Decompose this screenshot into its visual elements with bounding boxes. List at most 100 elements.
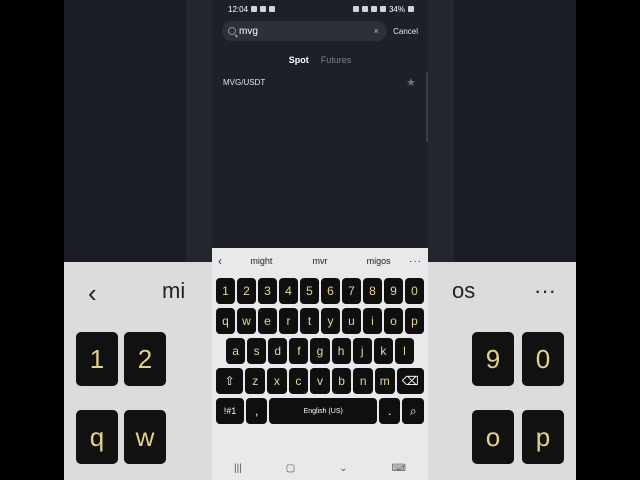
background-text-right: os	[452, 278, 476, 303]
keyboard-icon[interactable]: ⌨	[392, 463, 406, 474]
backspace-icon: ⌫	[401, 374, 419, 388]
clear-icon[interactable]: ×	[371, 26, 381, 36]
key[interactable]: t	[300, 308, 319, 334]
notification-icon	[260, 6, 267, 12]
key[interactable]: m	[374, 368, 395, 394]
key[interactable]: e	[258, 308, 277, 334]
suggestion[interactable]: might	[232, 256, 291, 266]
shift-key[interactable]: ⇧	[216, 368, 244, 394]
background-left-margin	[0, 0, 64, 480]
background-back-icon: ‹	[88, 278, 97, 308]
comma-key[interactable]: ,	[245, 398, 268, 424]
background-key: w	[124, 410, 166, 464]
battery-percent: 34%	[388, 4, 405, 14]
mute-icon	[361, 6, 368, 12]
key[interactable]: k	[373, 338, 393, 364]
key[interactable]: 5	[300, 278, 319, 304]
period-key[interactable]: .	[378, 398, 401, 424]
key[interactable]: v	[310, 368, 330, 394]
hide-keyboard-icon[interactable]: ⌄	[339, 463, 347, 474]
background-key: p	[522, 410, 564, 464]
search-row: × Cancel	[212, 18, 428, 41]
key[interactable]: x	[267, 368, 287, 394]
shift-icon: ⇧	[224, 374, 235, 388]
alarm-icon	[352, 6, 359, 12]
search-box[interactable]: ×	[222, 21, 388, 41]
key[interactable]: f	[289, 338, 309, 364]
key[interactable]: o	[384, 308, 403, 334]
key[interactable]: c	[288, 368, 309, 394]
search-input[interactable]	[239, 23, 372, 39]
status-time: 12:04	[228, 4, 249, 14]
key[interactable]: g	[310, 338, 330, 364]
key[interactable]: 7	[342, 278, 361, 304]
key[interactable]: z	[245, 368, 266, 394]
background-key: 9	[472, 332, 514, 386]
star-icon[interactable]: ★	[406, 76, 416, 89]
cancel-button[interactable]: Cancel	[393, 27, 418, 36]
wifi-icon	[370, 6, 377, 12]
chevron-left-icon[interactable]: ‹	[218, 254, 232, 268]
tab-futures[interactable]: Futures	[321, 55, 352, 65]
pair-label: MVG/USDT	[223, 78, 266, 87]
letter-row-3: ⇧ z x c v b n m ⌫	[212, 368, 428, 394]
key[interactable]: w	[237, 308, 256, 334]
key[interactable]: q	[216, 308, 235, 334]
suggestion[interactable]: mvr	[291, 256, 350, 266]
key[interactable]: 6	[321, 278, 340, 304]
key[interactable]: 2	[237, 278, 256, 304]
letter-row-2: a s d f g h j k l	[212, 338, 428, 364]
status-bar: 12:04 34%	[212, 0, 428, 18]
key[interactable]: d	[268, 338, 288, 364]
notification-icon	[269, 6, 276, 12]
letter-row-1: q w e r t y u i o p	[212, 308, 428, 334]
background-key: 2	[124, 332, 166, 386]
key[interactable]: i	[363, 308, 382, 334]
search-icon: ⌕	[409, 403, 417, 418]
space-key[interactable]: English (US)	[269, 398, 377, 424]
key[interactable]: n	[353, 368, 373, 394]
key[interactable]: 9	[384, 278, 403, 304]
battery-icon	[408, 6, 414, 12]
key[interactable]: 4	[279, 278, 298, 304]
background-text-left: mi	[162, 278, 186, 303]
key[interactable]: 1	[216, 278, 235, 304]
key[interactable]: 0	[405, 278, 424, 304]
key[interactable]: s	[247, 338, 267, 364]
search-key[interactable]: ⌕	[402, 398, 424, 424]
background-key: 1	[76, 332, 118, 386]
suggestion-bar: ‹ might mvr migos ···	[212, 248, 428, 274]
recent-apps-icon[interactable]: |||	[234, 463, 242, 474]
key[interactable]: j	[352, 338, 372, 364]
list-item[interactable]: MVG/USDT ★	[212, 76, 428, 89]
background-key: q	[76, 410, 118, 464]
background-key: o	[472, 410, 514, 464]
suggestion[interactable]: migos	[349, 256, 408, 266]
key[interactable]: h	[331, 338, 351, 364]
backspace-key[interactable]: ⌫	[396, 368, 424, 394]
background-key: 0	[522, 332, 564, 386]
key[interactable]: y	[321, 308, 340, 334]
key[interactable]: l	[394, 338, 414, 364]
scrollbar[interactable]	[426, 72, 428, 142]
keyboard: ‹ might mvr migos ··· 1 2 3 4 5 6 7 8 9 …	[212, 248, 428, 480]
notification-icon	[251, 6, 258, 12]
more-icon[interactable]: ···	[408, 256, 422, 267]
key[interactable]: 8	[363, 278, 382, 304]
navigation-bar: ||| ▢ ⌄ ⌨	[212, 456, 428, 480]
bottom-row: !#1 , English (US) . ⌕	[212, 398, 428, 424]
key[interactable]: u	[342, 308, 361, 334]
key[interactable]: p	[405, 308, 424, 334]
key[interactable]: a	[226, 338, 246, 364]
key[interactable]: 3	[258, 278, 277, 304]
tab-spot[interactable]: Spot	[289, 55, 309, 65]
phone-screen: 12:04 34% × Cancel Spot	[212, 0, 428, 480]
search-icon	[228, 27, 236, 35]
symbols-key[interactable]: !#1	[216, 398, 244, 424]
market-tabs: Spot Futures	[212, 55, 428, 65]
key[interactable]: r	[279, 308, 298, 334]
screen: ‹ mi os ··· 1 2 q w 9 0 o p 12:04 34% mv…	[0, 0, 640, 480]
number-row: 1 2 3 4 5 6 7 8 9 0	[212, 278, 428, 304]
home-icon[interactable]: ▢	[286, 463, 295, 474]
key[interactable]: b	[331, 368, 352, 394]
